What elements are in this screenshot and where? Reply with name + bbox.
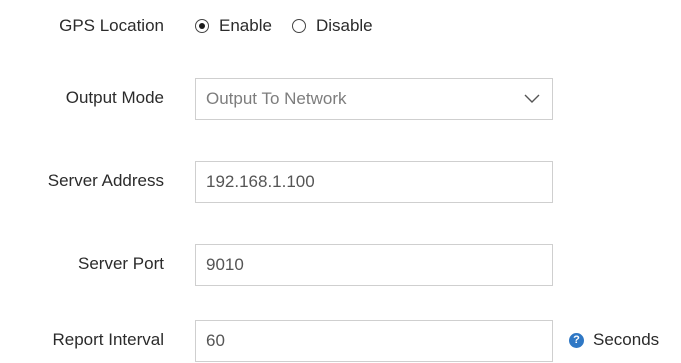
output-mode-select[interactable]: Output To Network — [195, 78, 553, 120]
output-mode-row: Output Mode Output To Network — [0, 78, 681, 120]
gps-location-label: GPS Location — [59, 16, 164, 35]
help-icon[interactable]: ? — [569, 332, 584, 348]
gps-enable-label[interactable]: Enable — [219, 16, 272, 36]
gps-disable-radio[interactable]: Disable — [291, 16, 373, 36]
gps-enable-radio[interactable]: Enable — [195, 16, 272, 36]
output-mode-label: Output Mode — [65, 88, 164, 107]
report-interval-row: Report Interval 60 ? Seconds — [0, 320, 681, 362]
report-interval-input[interactable]: 60 — [195, 320, 553, 362]
gps-settings-form: GPS Location Enable Disable Output Mode … — [0, 0, 681, 363]
server-address-row: Server Address 192.168.1.100 — [0, 161, 681, 203]
server-port-input[interactable]: 9010 — [195, 244, 553, 286]
gps-disable-label[interactable]: Disable — [316, 16, 373, 36]
server-address-label: Server Address — [47, 171, 164, 190]
server-address-input[interactable]: 192.168.1.100 — [195, 161, 553, 203]
report-interval-label: Report Interval — [52, 330, 165, 349]
report-interval-help: ? Seconds — [569, 330, 659, 350]
report-interval-value[interactable]: 60 — [206, 331, 225, 351]
server-port-row: Server Port 9010 — [0, 244, 681, 286]
radio-checked-icon[interactable] — [195, 19, 209, 33]
gps-location-row: GPS Location Enable Disable — [0, 6, 681, 46]
server-address-value[interactable]: 192.168.1.100 — [206, 172, 315, 192]
server-port-label: Server Port — [78, 254, 164, 273]
server-port-value[interactable]: 9010 — [206, 255, 244, 275]
output-mode-value[interactable]: Output To Network — [206, 89, 346, 109]
gps-location-radio-group: Enable Disable — [195, 16, 373, 36]
radio-unchecked-icon[interactable] — [291, 19, 306, 33]
chevron-down-icon[interactable] — [524, 94, 540, 104]
seconds-unit-label: Seconds — [593, 330, 660, 349]
